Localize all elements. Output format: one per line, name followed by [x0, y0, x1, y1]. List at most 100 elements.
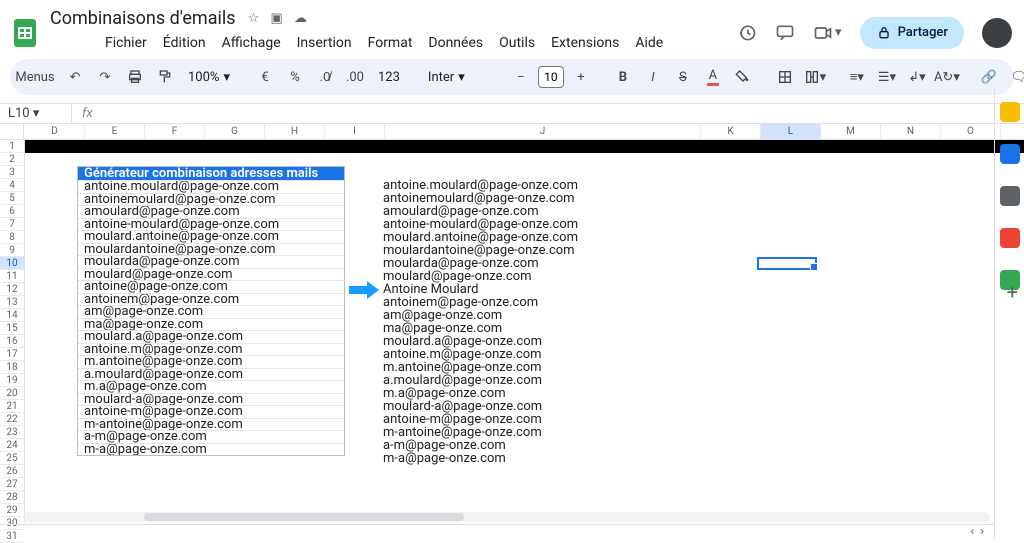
row-3[interactable]: 3 [0, 166, 24, 179]
spreadsheet-grid[interactable]: 1234567891011121314151617181920212223242… [0, 124, 1024, 522]
merge-icon[interactable]: ▾ [802, 63, 828, 91]
generator-cell[interactable]: a.moulard@page-onze.com [78, 368, 344, 381]
row-16[interactable]: 16 [0, 335, 24, 348]
menu-données[interactable]: Données [421, 31, 490, 55]
row-14[interactable]: 14 [0, 309, 24, 322]
doc-title[interactable]: Combinaisons d'emails [46, 6, 240, 31]
search-menus-button[interactable]: Menus [20, 63, 46, 91]
row-2[interactable]: 2 [0, 153, 24, 166]
generator-cell[interactable]: am@page-onze.com [78, 305, 344, 318]
comments-icon[interactable] [775, 23, 795, 43]
generator-cell[interactable]: moulard.a@page-onze.com [78, 330, 344, 343]
menu-extensions[interactable]: Extensions [544, 31, 626, 55]
name-box[interactable]: L10 ▾ [0, 104, 72, 123]
row-11[interactable]: 11 [0, 270, 24, 283]
row-5[interactable]: 5 [0, 192, 24, 205]
decrease-font-icon[interactable]: − [508, 63, 534, 91]
row-21[interactable]: 21 [0, 400, 24, 413]
row-1[interactable]: 1 [0, 140, 24, 153]
comment-icon[interactable]: 🗨 [1006, 63, 1024, 91]
menu-format[interactable]: Format [361, 31, 420, 55]
row-29[interactable]: 29 [0, 504, 24, 517]
menu-affichage[interactable]: Affichage [215, 31, 288, 55]
scroll-right-icon[interactable]: › [980, 524, 984, 539]
star-icon[interactable]: ☆ [248, 11, 260, 26]
row-7[interactable]: 7 [0, 218, 24, 231]
menu-insertion[interactable]: Insertion [290, 31, 359, 55]
account-avatar[interactable] [982, 18, 1012, 48]
generator-cell[interactable]: m-antoine@page-onze.com [78, 418, 344, 431]
print-icon[interactable] [122, 63, 148, 91]
sheets-logo-icon[interactable] [12, 16, 38, 50]
row-28[interactable]: 28 [0, 491, 24, 504]
generator-cell[interactable]: moulardantoine@page-onze.com [78, 243, 344, 256]
generator-cell[interactable]: moulard@page-onze.com [78, 268, 344, 281]
menu-aide[interactable]: Aide [628, 31, 670, 55]
generator-cell[interactable]: moularda@page-onze.com [78, 255, 344, 268]
calendar-icon[interactable] [1000, 102, 1020, 122]
fill-color-icon[interactable] [730, 63, 756, 91]
col-O[interactable]: O [941, 124, 1001, 139]
tasks-icon[interactable] [1000, 186, 1020, 206]
menu-outils[interactable]: Outils [492, 31, 542, 55]
row-20[interactable]: 20 [0, 387, 24, 400]
number-format-select[interactable]: 123 [372, 70, 406, 85]
history-icon[interactable] [737, 23, 757, 43]
font-select[interactable]: Inter ▾ [422, 70, 492, 85]
row-27[interactable]: 27 [0, 478, 24, 491]
row-24[interactable]: 24 [0, 439, 24, 452]
borders-icon[interactable] [772, 63, 798, 91]
col-I[interactable]: I [325, 124, 385, 139]
decrease-decimal-icon[interactable]: .0̸ [312, 63, 338, 91]
generator-cell[interactable]: moulard-a@page-onze.com [78, 393, 344, 406]
increase-decimal-icon[interactable]: .00 [342, 63, 368, 91]
undo-icon[interactable]: ↶ [62, 63, 88, 91]
row-10[interactable]: 10 [0, 257, 24, 270]
keep-icon[interactable] [1000, 144, 1020, 164]
paint-format-icon[interactable] [152, 63, 178, 91]
menu-fichier[interactable]: Fichier [98, 31, 154, 55]
col-K[interactable]: K [701, 124, 761, 139]
row-25[interactable]: 25 [0, 452, 24, 465]
generator-cell[interactable]: amoulard@page-onze.com [78, 205, 344, 218]
row-13[interactable]: 13 [0, 296, 24, 309]
generator-cell[interactable]: antoine@page-onze.com [78, 280, 344, 293]
share-button[interactable]: Partager [860, 17, 964, 49]
meet-icon[interactable]: ▾ [813, 23, 842, 43]
rotate-icon[interactable]: A↻▾ [934, 63, 960, 91]
currency-icon[interactable]: € [252, 63, 278, 91]
italic-icon[interactable]: I [640, 63, 666, 91]
v-align-icon[interactable]: ☰▾ [874, 63, 900, 91]
list-cell[interactable]: m-a@page-onze.com [383, 452, 578, 465]
text-color-icon[interactable]: A [700, 63, 726, 91]
horizontal-scrollbar[interactable] [24, 512, 990, 522]
font-size-input[interactable] [538, 66, 564, 88]
add-addon-icon[interactable]: + [1007, 280, 1018, 304]
row-17[interactable]: 17 [0, 348, 24, 361]
increase-font-icon[interactable]: + [568, 63, 594, 91]
row-22[interactable]: 22 [0, 413, 24, 426]
bold-icon[interactable]: B [610, 63, 636, 91]
redo-icon[interactable]: ↷ [92, 63, 118, 91]
row-26[interactable]: 26 [0, 465, 24, 478]
wrap-icon[interactable]: ↲▾ [904, 63, 930, 91]
active-cell[interactable] [757, 257, 817, 270]
generator-cell[interactable]: ma@page-onze.com [78, 318, 344, 331]
explore-icon[interactable]: ‹ [970, 524, 974, 539]
contacts-icon[interactable] [1000, 228, 1020, 248]
generator-cell[interactable]: antoinemoulard@page-onze.com [78, 193, 344, 206]
col-F[interactable]: F [145, 124, 205, 139]
percent-icon[interactable]: % [282, 63, 308, 91]
generator-cell[interactable]: antoine-m@page-onze.com [78, 405, 344, 418]
row-23[interactable]: 23 [0, 426, 24, 439]
col-J[interactable]: J [385, 124, 701, 139]
h-align-icon[interactable]: ≡▾ [844, 63, 870, 91]
col-N[interactable]: N [881, 124, 941, 139]
row-9[interactable]: 9 [0, 244, 24, 257]
generator-cell[interactable]: m.antoine@page-onze.com [78, 355, 344, 368]
move-icon[interactable]: ▣ [270, 11, 282, 26]
col-L[interactable]: L [761, 124, 821, 139]
generator-cell[interactable]: antoine.moulard@page-onze.com [78, 180, 344, 193]
col-M[interactable]: M [821, 124, 881, 139]
row-8[interactable]: 8 [0, 231, 24, 244]
